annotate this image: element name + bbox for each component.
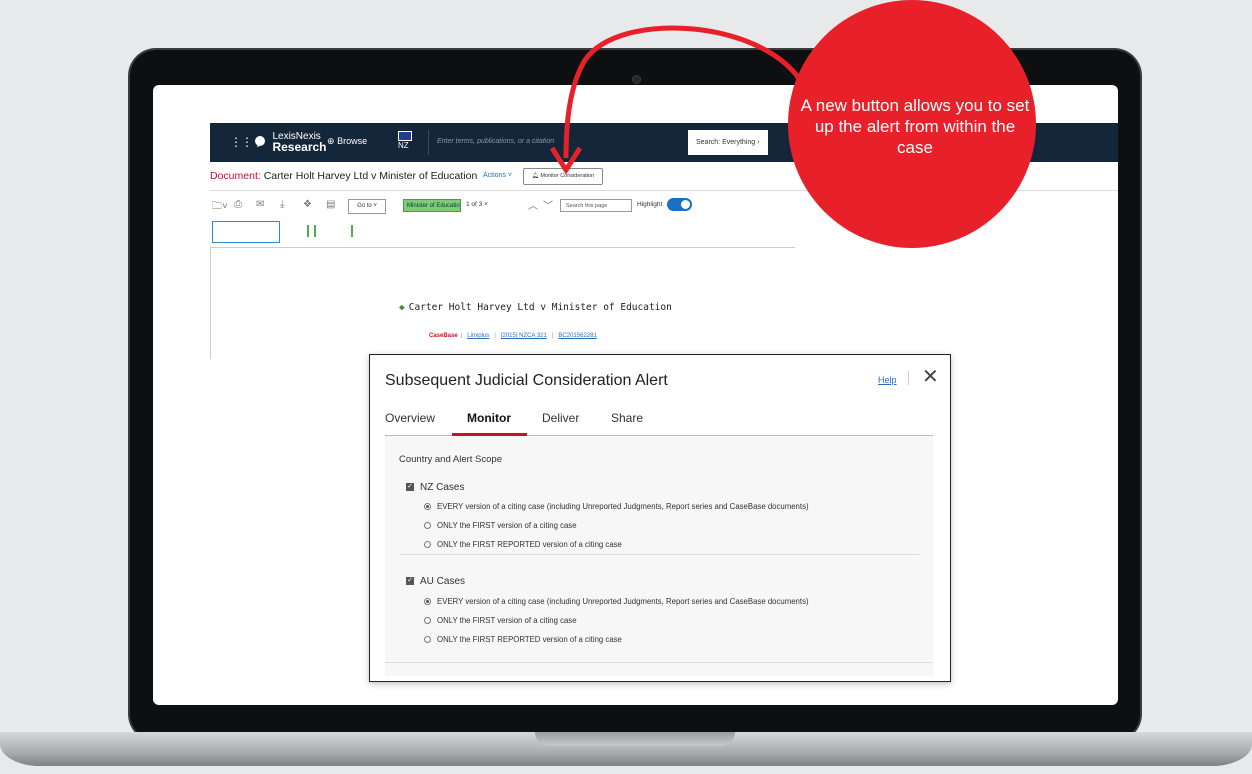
- laptop-notch: [535, 732, 735, 746]
- option-label: ONLY the FIRST REPORTED version of a cit…: [437, 635, 622, 644]
- nz-option-every[interactable]: EVERY version of a citing case (includin…: [424, 502, 809, 511]
- search-placeholder: Enter terms, publications, or a citation: [437, 138, 555, 145]
- au-option-first-reported[interactable]: ONLY the FIRST REPORTED version of a cit…: [424, 635, 622, 644]
- previous-hit-icon[interactable]: ︿: [528, 197, 538, 212]
- minimap-viewport[interactable]: [212, 221, 280, 243]
- diamond-icon: ◆: [399, 302, 405, 313]
- nz-cases-label: NZ Cases: [420, 482, 465, 493]
- au-option-first[interactable]: ONLY the FIRST version of a citing case: [424, 616, 577, 625]
- radio-icon: [424, 522, 431, 530]
- actions-dropdown[interactable]: Actions ˅: [483, 172, 512, 179]
- linxplus-link[interactable]: Linxplus: [467, 333, 489, 339]
- radio-selected-icon: [424, 503, 431, 511]
- search-this-page-input[interactable]: Search this page: [560, 199, 632, 212]
- case-title: ◆ Carter Holt Harvey Ltd v Minister of Ed…: [399, 302, 672, 313]
- help-link[interactable]: Help: [878, 375, 897, 385]
- alert-dialog: Subsequent Judicial Consideration Alert …: [369, 354, 951, 682]
- hit-marker[interactable]: [314, 225, 316, 237]
- highlight-label: Highlight: [637, 201, 663, 208]
- brand-bottom: Research: [272, 140, 327, 154]
- dialog-tabs: Overview Monitor Deliver Share: [385, 411, 933, 436]
- radio-selected-icon: [424, 598, 431, 606]
- divider: [210, 247, 795, 248]
- option-label: ONLY the FIRST REPORTED version of a cit…: [437, 540, 622, 549]
- report-citation-link[interactable]: [2015] NZCA 321: [501, 333, 547, 339]
- country-code: NZ: [398, 141, 409, 150]
- hit-counter[interactable]: 1 of 3 ˅: [466, 201, 488, 208]
- radio-icon: [424, 541, 431, 549]
- download-icon[interactable]: ⤓: [280, 199, 284, 210]
- hit-count: 1 of 3: [466, 201, 483, 208]
- document-title-text: Carter Holt Harvey Ltd v Minister of Edu…: [263, 170, 478, 182]
- hit-minimap[interactable]: [210, 221, 790, 243]
- checkbox-checked-icon: ✓: [406, 483, 414, 492]
- tab-monitor[interactable]: Monitor: [467, 411, 511, 425]
- nz-option-first[interactable]: ONLY the FIRST version of a citing case: [424, 521, 577, 530]
- divider: [399, 554, 919, 555]
- tab-share[interactable]: Share: [611, 411, 643, 425]
- print-icon[interactable]: ⎙: [234, 199, 242, 210]
- monitor-panel: Country and Alert Scope ✓ NZ Cases EVERY …: [385, 436, 933, 676]
- tab-deliver[interactable]: Deliver: [542, 411, 579, 425]
- divider: [385, 662, 933, 663]
- next-hit-icon[interactable]: ﹀: [543, 197, 553, 212]
- browse-button[interactable]: ⊕ Browse: [327, 136, 367, 147]
- hit-marker[interactable]: [351, 225, 353, 237]
- option-label: EVERY version of a citing case (includin…: [437, 502, 809, 511]
- nz-flag-icon: [398, 131, 412, 141]
- bell-icon: 🔔︎: [531, 173, 539, 179]
- document-label: Document:: [210, 170, 261, 182]
- folder-icon[interactable]: 🗀︎˅: [212, 199, 228, 216]
- option-label: ONLY the FIRST version of a citing case: [437, 521, 577, 530]
- au-option-every[interactable]: EVERY version of a citing case (includin…: [424, 597, 809, 606]
- casebase-label[interactable]: CaseBase: [429, 333, 458, 339]
- callout-text: A new button allows you to set up the al…: [800, 96, 1030, 157]
- option-label: EVERY version of a citing case (includin…: [437, 597, 809, 606]
- search-scope-dropdown[interactable]: Search: Everything ›: [688, 130, 768, 155]
- lexisnexis-logo[interactable]: LexisNexis Research: [255, 131, 327, 153]
- monitor-consideration-button[interactable]: 🔔︎ Monitor Consideration: [523, 168, 603, 185]
- country-selector[interactable]: NZ: [398, 131, 422, 151]
- radio-icon: [424, 636, 431, 644]
- citation-links: CaseBase | Linxplus | [2015] NZCA 321 | BC2015…: [429, 333, 597, 339]
- tab-overview[interactable]: Overview: [385, 411, 435, 425]
- email-icon[interactable]: ✉: [256, 199, 264, 210]
- radio-icon: [424, 617, 431, 625]
- browse-label: Browse: [337, 136, 368, 146]
- close-icon[interactable]: ✕: [922, 367, 939, 387]
- divider: [210, 247, 211, 359]
- document-title: Document: Carter Holt Harvey Ltd v Minis…: [210, 170, 477, 182]
- dropbox-icon[interactable]: ❖: [303, 199, 312, 210]
- app-grid-icon[interactable]: ⋮⋮⋮: [230, 135, 264, 149]
- monitor-button-label: Monitor Consideration: [540, 173, 595, 179]
- highlight-toggle[interactable]: [667, 198, 692, 211]
- divider: [908, 371, 909, 385]
- bc-citation-link[interactable]: BC201562281: [558, 333, 596, 339]
- option-label: ONLY the FIRST version of a citing case: [437, 616, 577, 625]
- chevron-down-icon: ˅: [507, 172, 513, 179]
- au-cases-label: AU Cases: [420, 576, 466, 587]
- actions-label: Actions: [483, 172, 506, 179]
- checkbox-checked-icon: ✓: [406, 577, 414, 586]
- nz-cases-checkbox[interactable]: ✓ NZ Cases: [406, 482, 464, 493]
- goto-label: Go to: [357, 203, 372, 209]
- au-cases-checkbox[interactable]: ✓ AU Cases: [406, 576, 465, 587]
- scope-title: Country and Alert Scope: [399, 454, 502, 465]
- notes-icon[interactable]: ▤: [326, 199, 335, 210]
- camera-icon: [632, 75, 641, 84]
- hit-marker[interactable]: [307, 225, 309, 237]
- search-page-placeholder: Search this page: [566, 203, 608, 209]
- search-scope-label: Search: Everything: [696, 139, 756, 146]
- logo-mark-icon: [255, 136, 265, 146]
- globe-icon: ⊕: [327, 136, 335, 146]
- goto-dropdown[interactable]: Go to ˅: [348, 199, 386, 214]
- case-title-text: Carter Holt Harvey Ltd v Minister of Edu…: [408, 302, 672, 313]
- dialog-title: Subsequent Judicial Consideration Alert: [385, 372, 668, 389]
- search-term-chip[interactable]: Minister of Educatio...: [403, 199, 461, 212]
- nz-option-first-reported[interactable]: ONLY the FIRST REPORTED version of a cit…: [424, 540, 622, 549]
